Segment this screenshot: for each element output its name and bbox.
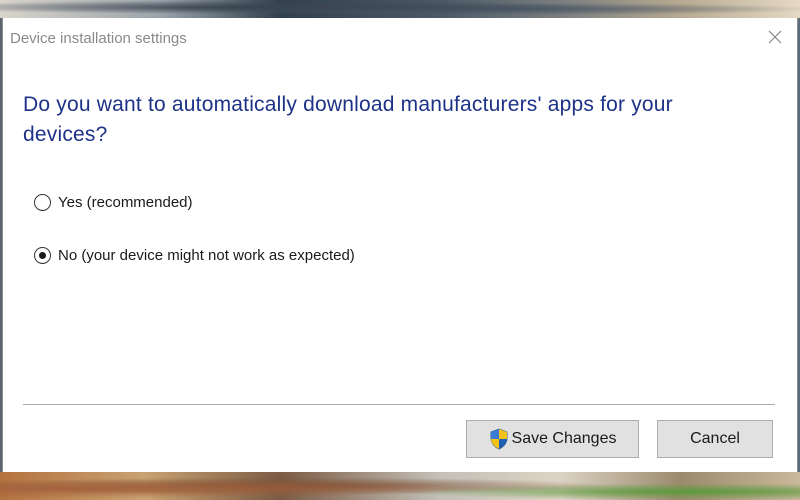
footer-divider — [23, 404, 775, 405]
window-title: Device installation settings — [10, 30, 187, 47]
radio-option-no[interactable]: No (your device might not work as expect… — [34, 244, 355, 266]
radio-button-no[interactable] — [34, 246, 51, 264]
uac-shield-icon — [490, 428, 507, 450]
close-icon — [768, 30, 782, 44]
radio-label-yes[interactable]: Yes (recommended) — [58, 194, 193, 211]
radio-button-yes[interactable] — [34, 193, 51, 211]
title-bar[interactable]: Device installation settings — [3, 18, 797, 58]
device-installation-dialog: Device installation settings Do you want… — [2, 18, 798, 472]
desktop-wallpaper-top — [0, 0, 800, 18]
close-button[interactable] — [751, 18, 797, 58]
save-changes-button[interactable]: Save Changes — [466, 420, 639, 458]
radio-option-yes[interactable]: Yes (recommended) — [34, 191, 193, 213]
dialog-question: Do you want to automatically download ma… — [23, 93, 673, 146]
save-changes-label: Save Changes — [511, 430, 617, 447]
radio-label-no[interactable]: No (your device might not work as expect… — [58, 247, 355, 264]
cancel-button[interactable]: Cancel — [657, 420, 773, 458]
desktop-wallpaper-bottom — [0, 472, 800, 500]
